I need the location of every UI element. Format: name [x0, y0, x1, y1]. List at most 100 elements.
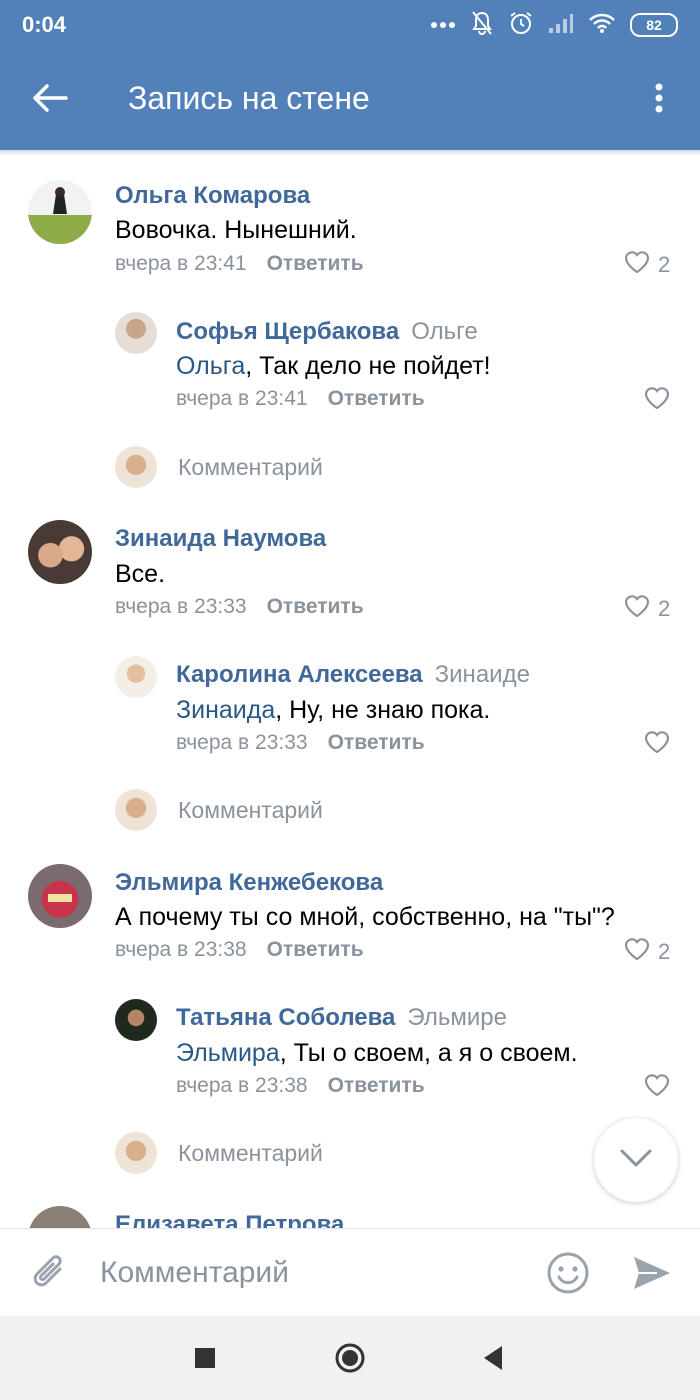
reply-text: Эльмира, Ты о своем, а я о своем.	[176, 1039, 578, 1068]
reply-meta: вчера в 23:33 Ответить	[176, 731, 425, 755]
reply-time: вчера в 23:38	[176, 1074, 308, 1097]
triangle-back-icon	[482, 1346, 504, 1375]
comment-text: Вовочка. Нынешний.	[115, 216, 357, 244]
more-options-button[interactable]	[644, 78, 674, 122]
home-button[interactable]	[334, 1342, 366, 1379]
heart-icon	[644, 730, 670, 760]
avatar[interactable]	[28, 520, 92, 584]
mention-link[interactable]: Зинаида	[176, 696, 275, 724]
reply-body: , Ну, не знаю пока.	[275, 696, 491, 724]
reply-author: Софья Щербакова Ольге	[176, 318, 478, 346]
battery-indicator: 82	[630, 13, 678, 37]
avatar[interactable]	[115, 999, 157, 1041]
comment-author[interactable]: Зинаида Наумова	[115, 525, 326, 553]
like-count: 2	[658, 939, 671, 964]
toolbar: Запись на стене	[0, 50, 700, 150]
my-avatar	[115, 789, 157, 831]
reply-author: Каролина Алексеева Зинаиде	[176, 661, 530, 689]
reply-button[interactable]: Ответить	[328, 1074, 425, 1097]
reply-author: Татьяна Соболева Эльмире	[176, 1004, 507, 1032]
arrow-left-icon	[32, 83, 68, 118]
heart-icon	[644, 1073, 670, 1103]
comment-input[interactable]	[98, 1247, 522, 1299]
like-button[interactable]	[644, 730, 670, 760]
page-title: Запись на стене	[128, 80, 370, 116]
chevron-down-icon	[619, 1148, 653, 1173]
thread-reply-placeholder[interactable]: Комментарий	[178, 454, 323, 481]
like-button[interactable]	[644, 1073, 670, 1103]
reply-meta: вчера в 23:38 Ответить	[176, 1074, 425, 1098]
more-notifications-icon	[430, 16, 456, 34]
smiley-icon	[546, 1252, 590, 1299]
attach-button[interactable]	[30, 1251, 70, 1295]
comment-author[interactable]: Эльмира Кенжебекова	[115, 869, 383, 897]
like-button[interactable]: 2	[624, 250, 670, 280]
reply-body: , Ты о своем, а я о своем.	[279, 1039, 578, 1067]
mention-link[interactable]: Ольга	[176, 352, 245, 380]
thread-reply-placeholder[interactable]: Комментарий	[178, 1140, 323, 1167]
paperclip-icon	[30, 1255, 70, 1299]
reply-time: вчера в 23:33	[176, 731, 308, 754]
signal-icon	[548, 12, 574, 39]
reply-button[interactable]: Ответить	[328, 387, 425, 410]
comment-meta: вчера в 23:41 Ответить	[115, 252, 364, 276]
status-time: 0:04	[22, 12, 67, 37]
square-icon	[194, 1348, 216, 1373]
comment-meta: вчера в 23:33 Ответить	[115, 595, 364, 619]
comment-author[interactable]: Ольга Комарова	[115, 182, 310, 210]
reply-button[interactable]: Ответить	[267, 938, 364, 961]
comment-author[interactable]: Елизавета Петрова	[115, 1211, 344, 1228]
reply-to: Зинаиде	[434, 661, 530, 688]
reply-author-name[interactable]: Софья Щербакова	[176, 318, 399, 345]
like-count: 2	[658, 252, 671, 277]
scroll-down-button[interactable]	[594, 1118, 678, 1202]
like-button[interactable]: 2	[624, 594, 670, 624]
like-count: 2	[658, 596, 671, 621]
reply-time: вчера в 23:41	[176, 387, 308, 410]
like-button[interactable]: 2	[624, 937, 670, 967]
reply-author-name[interactable]: Каролина Алексеева	[176, 661, 423, 688]
emoji-button[interactable]	[546, 1251, 590, 1295]
send-button[interactable]	[630, 1251, 674, 1295]
avatar[interactable]	[28, 180, 92, 244]
like-button[interactable]	[644, 386, 670, 416]
reply-button[interactable]: Ответить	[328, 731, 425, 754]
app-header: 0:04 82 Запись на стене	[0, 0, 700, 150]
mention-link[interactable]: Эльмира	[176, 1039, 280, 1067]
reply-to: Эльмире	[407, 1004, 507, 1031]
reply-text: Ольга, Так дело не пойдет!	[176, 352, 491, 381]
avatar[interactable]	[28, 1206, 92, 1228]
recents-button[interactable]	[194, 1347, 216, 1374]
status-icons: 82	[430, 10, 678, 40]
comment-time: вчера в 23:41	[115, 252, 247, 275]
comments-feed[interactable]: Ольга Комарова Вовочка. Нынешний. вчера …	[0, 156, 700, 1228]
reply-button[interactable]: Ответить	[267, 595, 364, 618]
back-nav-button[interactable]	[482, 1345, 504, 1376]
comment-text: Все.	[115, 560, 166, 588]
comment-meta: вчера в 23:38 Ответить	[115, 938, 364, 962]
avatar[interactable]	[115, 312, 157, 354]
reply-body: , Так дело не пойдет!	[245, 352, 491, 380]
system-nav-bar	[0, 1316, 700, 1400]
comment-time: вчера в 23:38	[115, 938, 247, 961]
comment-input-bar	[0, 1228, 700, 1317]
send-icon	[630, 1257, 674, 1299]
my-avatar	[115, 1132, 157, 1174]
avatar[interactable]	[115, 656, 157, 698]
reply-author-name[interactable]: Татьяна Соболева	[176, 1004, 395, 1031]
thread-reply-placeholder[interactable]: Комментарий	[178, 797, 323, 824]
wifi-icon	[588, 12, 616, 39]
circle-icon	[334, 1343, 366, 1378]
back-button[interactable]	[26, 78, 74, 122]
reply-button[interactable]: Ответить	[267, 252, 364, 275]
heart-icon	[624, 937, 650, 967]
heart-icon	[624, 594, 650, 624]
heart-icon	[644, 386, 670, 416]
alarm-icon	[508, 10, 534, 41]
reply-meta: вчера в 23:41 Ответить	[176, 387, 425, 411]
avatar[interactable]	[28, 864, 92, 928]
reply-text: Зинаида, Ну, не знаю пока.	[176, 696, 490, 725]
comment-time: вчера в 23:33	[115, 595, 247, 618]
reply-to: Ольге	[411, 318, 478, 345]
more-vertical-icon	[655, 83, 663, 118]
